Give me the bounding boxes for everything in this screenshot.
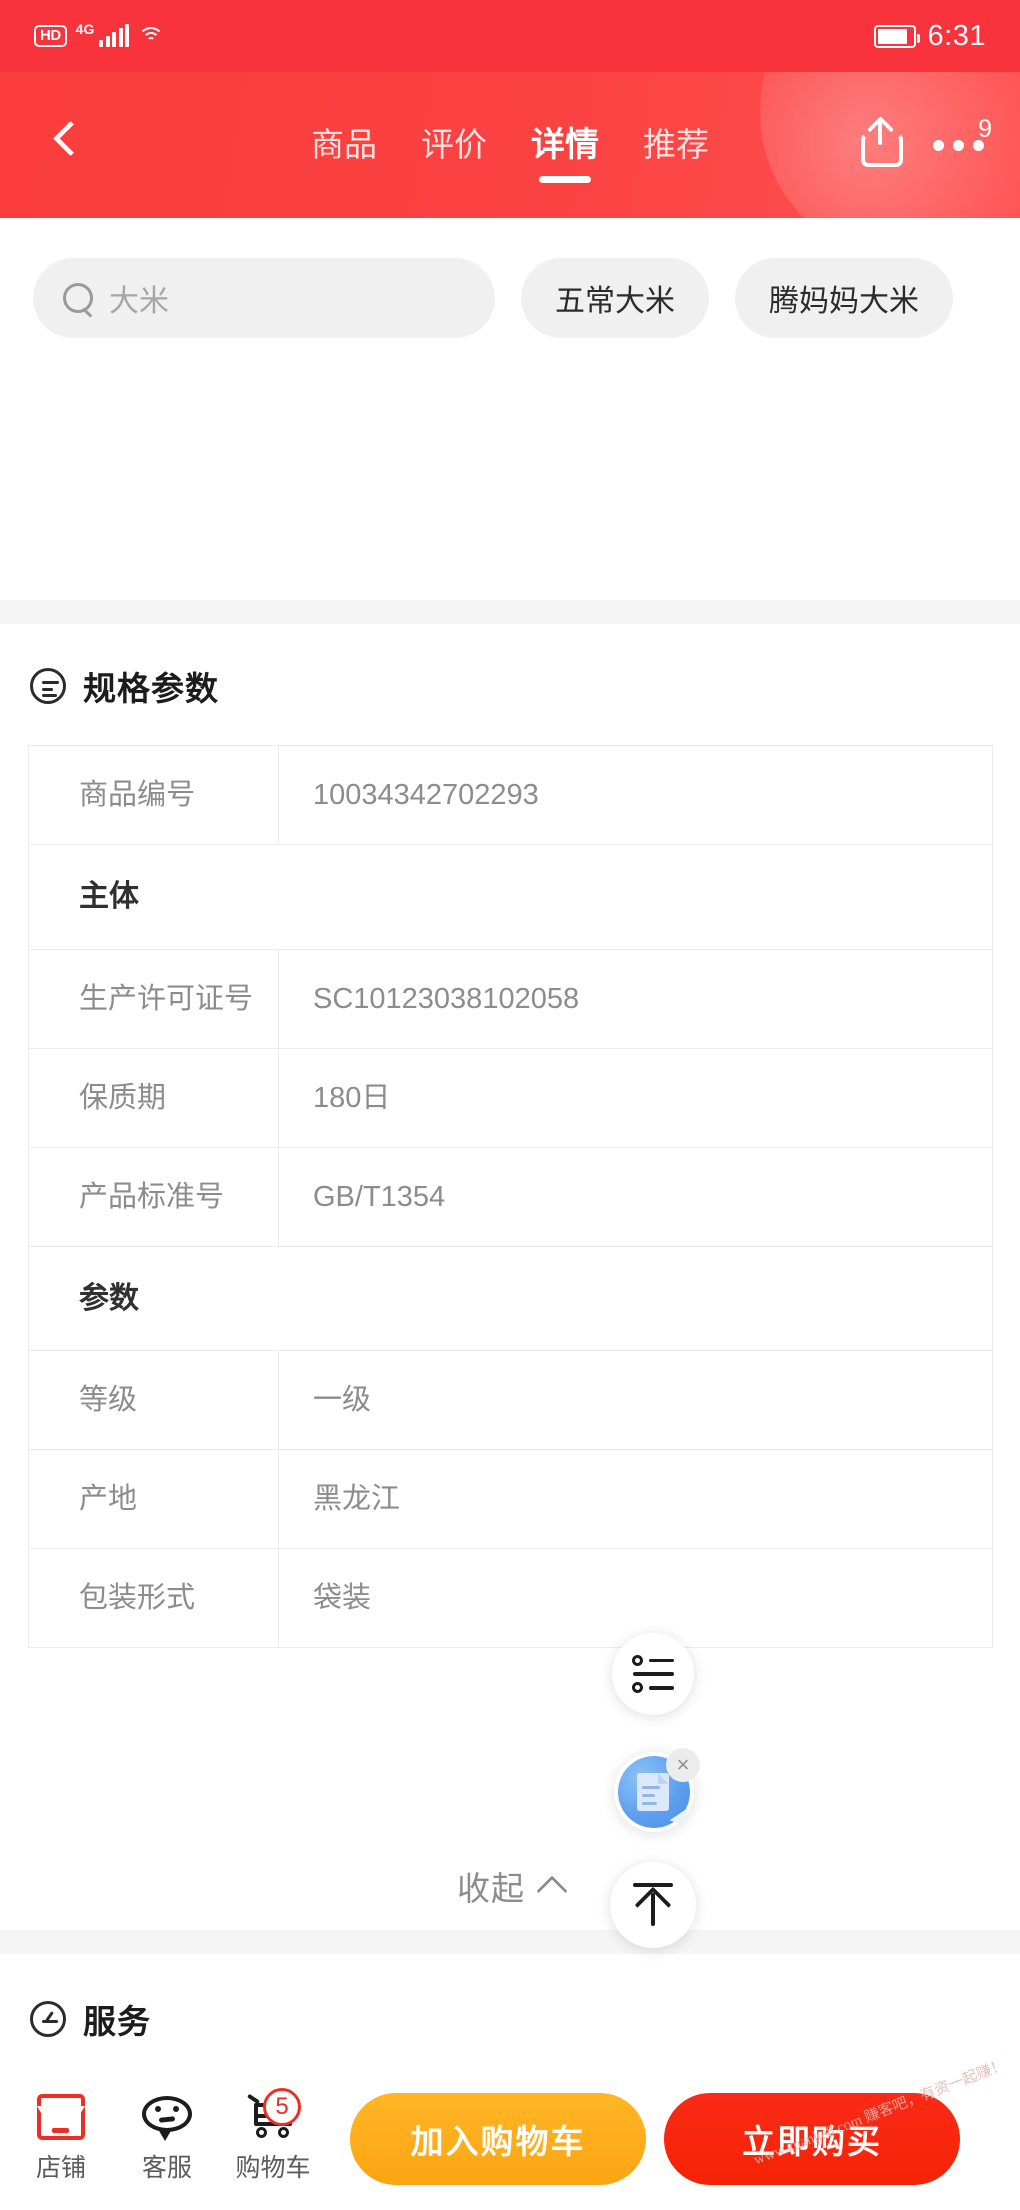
search-placeholder: 大米: [109, 285, 169, 318]
status-right: 6:31: [873, 19, 986, 53]
table-group-row: 参数: [28, 1245, 993, 1352]
chevron-left-icon: [52, 120, 89, 157]
more-menu-button[interactable]: 9: [933, 115, 992, 151]
scroll-to-top-button[interactable]: [610, 1862, 696, 1948]
spec-key: 保质期: [28, 1047, 279, 1148]
tab-details[interactable]: 详情: [531, 121, 599, 169]
tab-bar: 商品 评价 详情 推荐: [311, 121, 709, 169]
battery-icon: [873, 24, 920, 48]
spec-list-icon: [30, 668, 66, 704]
spec-value: GB/T1354: [278, 1146, 993, 1247]
table-row: 等级 一级: [28, 1350, 993, 1451]
bottom-item-label: 客服: [141, 2154, 192, 2182]
more-badge: 9: [978, 114, 992, 143]
bottom-item-shop[interactable]: 店铺: [8, 2094, 114, 2184]
hd-icon: HD: [34, 25, 67, 47]
add-to-cart-button[interactable]: 加入购物车: [350, 2093, 646, 2185]
spec-value: 黑龙江: [278, 1449, 993, 1550]
search-chip-tengmama-rice[interactable]: 腾妈妈大米: [735, 258, 953, 338]
bottom-action-bar: 店铺 客服 5 购物车 加入购物车 立即购买: [0, 2068, 1020, 2210]
spec-section-title: 规格参数: [83, 670, 219, 707]
collapse-label: 收起: [457, 1870, 525, 1907]
floating-document-button[interactable]: ×: [614, 1748, 700, 1832]
table-group-row: 主体: [28, 844, 993, 950]
top-navigation-bar: 商品 评价 详情 推荐 9: [0, 72, 1020, 218]
close-icon[interactable]: ×: [666, 1748, 700, 1782]
status-left: HD 4G: [34, 21, 165, 47]
spec-group-label: 参数: [28, 1245, 993, 1352]
wifi-icon: [138, 25, 165, 47]
nav-actions: 9: [861, 115, 992, 167]
spec-key: 产地: [28, 1449, 279, 1550]
share-icon[interactable]: [861, 121, 903, 167]
spec-key: 生产许可证号: [28, 948, 279, 1049]
more-dots-icon: [933, 139, 984, 151]
search-input[interactable]: 大米: [33, 258, 495, 338]
table-row: 保质期 180日: [28, 1047, 993, 1148]
floating-list-button[interactable]: [612, 1633, 694, 1715]
cart-badge: 5: [263, 2088, 301, 2126]
spec-key: 产品标准号: [28, 1146, 279, 1247]
spec-value: SC10123038102058: [278, 948, 993, 1049]
bottom-item-cart[interactable]: 5 购物车: [220, 2088, 326, 2184]
service-section-header: 服务: [30, 1995, 151, 2043]
back-button[interactable]: [46, 115, 94, 175]
table-row: 包装形式 袋装: [28, 1548, 993, 1649]
spec-key: 商品编号: [28, 744, 279, 846]
table-row: 产品标准号 GB/T1354: [28, 1146, 993, 1247]
spec-value: 180日: [278, 1047, 993, 1148]
tab-recommendations[interactable]: 推荐: [643, 121, 709, 169]
network-type-label: 4G: [75, 21, 95, 37]
spec-group-label: 主体: [28, 844, 993, 950]
table-row: 产地 黑龙江: [28, 1449, 993, 1550]
spec-section-header: 规格参数: [30, 662, 219, 710]
spec-value: 一级: [278, 1350, 993, 1451]
bottom-item-customer-service[interactable]: 客服: [114, 2094, 220, 2184]
service-icon: [30, 2001, 66, 2037]
service-section-title: 服务: [83, 2003, 151, 2040]
spec-value: 10034342702293: [278, 744, 993, 846]
table-row: 生产许可证号 SC10123038102058: [28, 948, 993, 1049]
shop-icon: [37, 2094, 85, 2140]
search-chip-wuchang-rice[interactable]: 五常大米: [521, 258, 709, 338]
search-row: 大米 五常大米 腾妈妈大米: [0, 218, 1020, 432]
bottom-item-label: 店铺: [35, 2154, 86, 2182]
bottom-item-label: 购物车: [235, 2154, 311, 2182]
clock-label: 6:31: [927, 19, 986, 52]
tab-products[interactable]: 商品: [311, 121, 377, 169]
list-options-icon: [632, 1655, 674, 1693]
status-bar: HD 4G 6:31: [0, 0, 1020, 72]
cart-icon: 5: [246, 2088, 301, 2140]
spec-key: 包装形式: [28, 1548, 279, 1649]
tab-reviews[interactable]: 评价: [421, 121, 487, 169]
spec-value: 袋装: [278, 1548, 993, 1649]
search-icon: [63, 283, 93, 313]
spec-table: 商品编号 10034342702293 主体 生产许可证号 SC10123038…: [28, 744, 993, 1649]
scroll-to-top-icon: [631, 1883, 675, 1927]
spec-key: 等级: [28, 1350, 279, 1451]
section-divider-top: [0, 600, 1020, 624]
chevron-up-icon: [536, 1875, 568, 1907]
signal-bars-icon: [99, 24, 130, 47]
section-divider-bottom: [0, 1930, 1020, 1954]
collapse-button[interactable]: 收起: [0, 1862, 1020, 1910]
customer-service-icon: [142, 2094, 192, 2141]
table-row: 商品编号 10034342702293: [28, 744, 993, 846]
